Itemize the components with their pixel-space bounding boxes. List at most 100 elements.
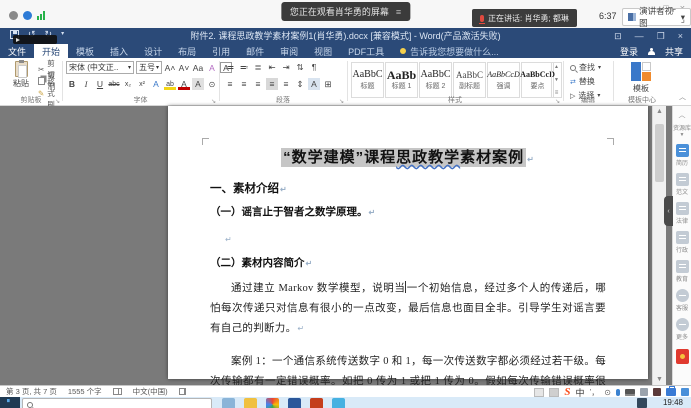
style-card-subtitle[interactable]: AaBbC 副标题 xyxy=(453,62,486,98)
empty-paragraph[interactable] xyxy=(224,229,648,247)
character-shading-button[interactable]: A xyxy=(192,78,204,90)
shrink-font-button[interactable]: A˅ xyxy=(178,62,190,74)
red-packet-icon[interactable] xyxy=(676,349,689,364)
find-button[interactable]: 查找▾ xyxy=(570,62,601,73)
font-color-button[interactable]: A xyxy=(178,78,190,90)
change-case-button[interactable]: Aa xyxy=(192,62,204,74)
line-spacing-button[interactable]: ⇕ xyxy=(294,78,306,90)
underline-button[interactable]: U xyxy=(94,78,106,90)
skin-icon[interactable] xyxy=(640,388,648,396)
sidebar-item-education[interactable]: 教育 xyxy=(676,260,689,283)
punctuation-icon[interactable]: ’， xyxy=(590,387,600,398)
template-button[interactable]: 模板 xyxy=(624,62,658,94)
ime-tool-icon[interactable] xyxy=(653,388,661,396)
sidebar-item-model-essay[interactable]: 范文 xyxy=(676,173,689,196)
document-title-line[interactable]: “数学建模”课程思政教学素材案例 xyxy=(168,146,648,167)
bullets-button[interactable]: ≔ xyxy=(224,61,236,73)
scroll-up-icon[interactable]: ▲ xyxy=(554,64,559,70)
browser-icon[interactable] xyxy=(266,398,279,408)
taskbar-clock[interactable]: 19:48 xyxy=(663,398,683,407)
show-marks-button[interactable]: ¶ xyxy=(308,61,320,73)
share-button[interactable]: 共享 xyxy=(665,45,683,58)
paste-button[interactable]: 粘贴 xyxy=(5,61,37,99)
clear-formatting-button[interactable]: A xyxy=(206,62,218,74)
numbering-button[interactable]: ≕ xyxy=(238,61,250,73)
sort-button[interactable]: ⇅ xyxy=(294,61,306,73)
borders-button[interactable]: ⊞ xyxy=(322,78,334,90)
app-icon[interactable] xyxy=(310,398,323,408)
keyboard-icon[interactable] xyxy=(625,389,635,396)
language-indicator[interactable]: 中文(中国) xyxy=(133,386,168,397)
fullscreen-icon[interactable] xyxy=(672,10,685,23)
word-restore-button[interactable]: ❐ xyxy=(657,31,665,42)
subheading-2[interactable]: （二）素材内容简介 xyxy=(210,255,648,270)
banner-menu-icon[interactable]: ≡ xyxy=(396,7,401,17)
insert-mode-icon[interactable] xyxy=(179,388,186,395)
strikethrough-button[interactable]: abc xyxy=(108,78,120,90)
proofing-icon[interactable] xyxy=(113,388,122,395)
scrollbar-thumb[interactable] xyxy=(655,124,664,182)
tab-layout[interactable]: 布局 xyxy=(170,44,204,58)
tab-home[interactable]: 开始 xyxy=(34,44,68,58)
document-page[interactable]: “数学建模”课程思政教学素材案例 一、素材介绍 （一）谣言止于智者之数学原理。 … xyxy=(168,106,648,379)
subscript-button[interactable]: x₂ xyxy=(122,78,134,90)
meeting-app-icon[interactable] xyxy=(332,398,345,408)
styles-gallery-scroll[interactable]: ▲ ▼ ≡ xyxy=(551,62,562,98)
font-name-select[interactable]: 宋体 (中文正..▾ xyxy=(66,61,134,74)
increase-indent-button[interactable]: ⇥ xyxy=(280,61,292,73)
font-size-select[interactable]: 五号▾ xyxy=(136,61,162,74)
emoji-icon[interactable]: ⊙ xyxy=(604,388,611,397)
plugin-icon[interactable] xyxy=(681,388,689,396)
clipboard-dialog-launcher[interactable]: ↘ xyxy=(55,98,60,105)
page-indicator[interactable]: 第 3 页, 共 7 页 xyxy=(6,386,57,397)
tray-icon[interactable] xyxy=(637,398,647,408)
tab-file[interactable]: 文件 xyxy=(0,44,34,58)
font-dialog-launcher[interactable]: ↘ xyxy=(211,98,216,105)
enclose-characters-button[interactable]: ⊙ xyxy=(206,78,218,90)
sidebar-item-law[interactable]: 法律 xyxy=(676,202,689,225)
tab-design[interactable]: 设计 xyxy=(136,44,170,58)
collapse-ribbon-icon[interactable]: ︿ xyxy=(679,92,686,102)
superscript-button[interactable]: x² xyxy=(136,78,148,90)
shading-button[interactable]: A xyxy=(308,78,320,90)
style-card-heading2[interactable]: AaBbC 标题 2 xyxy=(419,62,452,98)
sidebar-collapse-handle[interactable]: ‹ xyxy=(664,196,673,226)
word-count[interactable]: 1555 个字 xyxy=(68,386,102,397)
file-explorer-icon[interactable] xyxy=(244,398,257,408)
grow-font-button[interactable]: A˄ xyxy=(164,62,176,74)
tab-insert[interactable]: 插入 xyxy=(102,44,136,58)
heading-1[interactable]: 一、素材介绍 xyxy=(210,180,648,196)
start-button[interactable] xyxy=(0,397,20,408)
sidebar-item-admin[interactable]: 行政 xyxy=(676,231,689,254)
style-card-title[interactable]: AaBbC 标题 xyxy=(351,62,384,98)
italic-button[interactable]: I xyxy=(80,78,92,90)
align-center-button[interactable]: ≡ xyxy=(238,78,250,90)
text-effects-button[interactable]: A xyxy=(150,78,162,90)
taskview-icon[interactable] xyxy=(222,398,235,408)
scroll-down-icon[interactable]: ▼ xyxy=(653,376,666,383)
sidebar-item-resume[interactable]: 简历 xyxy=(676,144,689,167)
multilevel-list-button[interactable]: ≣ xyxy=(252,61,264,73)
sign-in-button[interactable]: 登录 xyxy=(620,45,638,58)
replace-button[interactable]: ⇄替换 xyxy=(570,76,601,87)
sidebar-item-more[interactable]: 更多 xyxy=(676,318,689,341)
sogou-logo-icon[interactable]: S xyxy=(564,387,570,397)
style-card-emphasis[interactable]: AaBbCcD 强调 xyxy=(487,62,520,98)
word-app-icon[interactable] xyxy=(288,398,301,408)
tab-view[interactable]: 视图 xyxy=(306,44,340,58)
tab-template[interactable]: 模板 xyxy=(68,44,102,58)
scroll-up-icon[interactable]: ▲ xyxy=(653,106,666,115)
word-minimize-button[interactable]: — xyxy=(635,31,644,41)
sidebar-collapse-icon[interactable]: ︿ xyxy=(679,110,686,120)
word-close-button[interactable]: × xyxy=(678,31,683,41)
align-right-button[interactable]: ≡ xyxy=(252,78,264,90)
align-left-button[interactable]: ≡ xyxy=(224,78,236,90)
style-card-keypoint[interactable]: AaBbCcD 要点 xyxy=(521,62,554,98)
watching-banner[interactable]: 您正在观看肖华勇的屏幕 ≡ xyxy=(281,2,410,21)
scroll-down-icon[interactable]: ▼ xyxy=(554,77,559,83)
bold-button[interactable]: B xyxy=(66,78,78,90)
tell-me-box[interactable]: 告诉我您想要做什么... xyxy=(400,44,499,58)
toolbox-icon[interactable] xyxy=(666,388,676,396)
read-mode-icon[interactable] xyxy=(534,388,544,397)
distribute-button[interactable]: ≡ xyxy=(280,78,292,90)
